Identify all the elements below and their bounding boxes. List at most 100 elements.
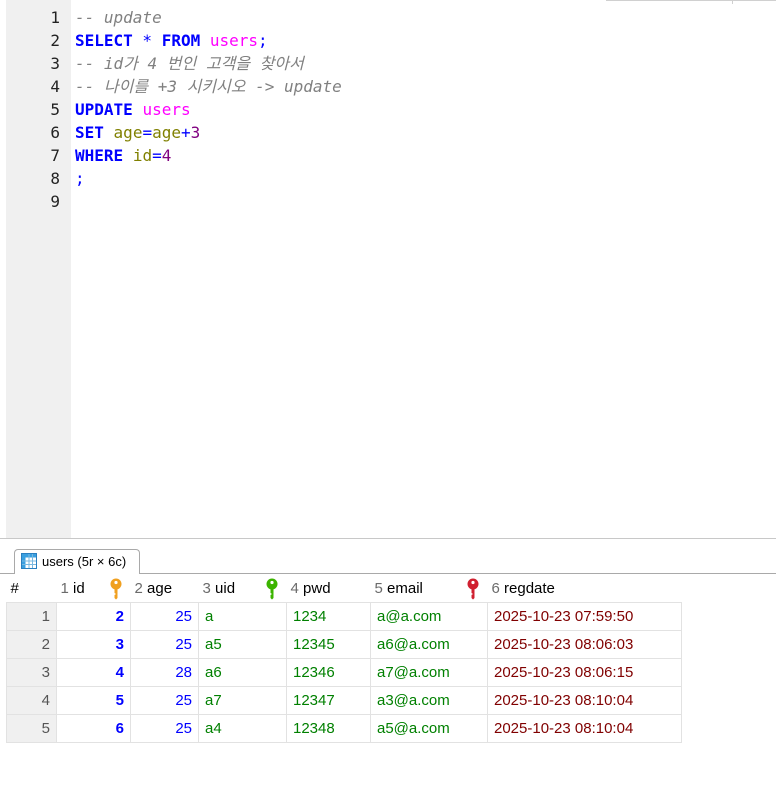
table-icon — [21, 553, 37, 569]
cell-regdate[interactable]: 2025-10-23 07:59:50 — [487, 602, 682, 631]
top-divider — [606, 0, 776, 4]
row-number[interactable]: 3 — [6, 658, 57, 687]
cell-id[interactable]: 2 — [56, 602, 131, 631]
result-tab-label: users (5r × 6c) — [42, 554, 127, 569]
unique-key-icon — [467, 578, 478, 600]
cell-email[interactable]: a3@a.com — [370, 686, 488, 715]
column-name: age — [147, 579, 173, 597]
column-index: 3 — [202, 579, 211, 597]
code-token: users — [209, 31, 259, 50]
code-line[interactable]: -- update — [75, 6, 162, 29]
column-index: 2 — [134, 579, 143, 597]
code-line[interactable]: -- 나이를 +3 시키시오 -> update — [75, 75, 342, 98]
cell-regdate[interactable]: 2025-10-23 08:10:04 — [487, 686, 682, 715]
cell-uid[interactable]: a7 — [198, 686, 287, 715]
column-header-age[interactable]: 2 age — [131, 574, 199, 603]
table-row[interactable]: 2 3 25 a5 12345 a6@a.com 2025-10-23 08:06:03 — [6, 630, 682, 659]
cell-pwd[interactable]: 12345 — [286, 630, 371, 659]
code-line[interactable]: ; — [75, 167, 85, 190]
code-token: ; — [75, 169, 85, 188]
cell-age[interactable]: 25 — [130, 714, 199, 743]
cell-pwd[interactable]: 12346 — [286, 658, 371, 687]
column-header-id[interactable]: 1 id — [57, 574, 131, 603]
code-token: FROM — [161, 31, 201, 50]
sql-editor[interactable]: 123456789 -- update SELECT * FROM users; -… — [0, 0, 776, 539]
grid-header-row: # 1 id 2 age 3 uid 4 pwd 5 email 6 regdate — [7, 574, 682, 603]
line-number: 5 — [50, 100, 60, 119]
cell-regdate[interactable]: 2025-10-23 08:10:04 — [487, 714, 682, 743]
code-token: WHERE — [75, 146, 124, 165]
column-index: 5 — [374, 579, 383, 597]
code-token: -- update — [75, 8, 162, 27]
line-number: 2 — [50, 31, 60, 50]
code-token: -- id가 4 번인 고객을 찾아서 — [75, 54, 304, 73]
column-name: email — [387, 579, 423, 597]
column-name: id — [73, 579, 85, 597]
cell-uid[interactable]: a5 — [198, 630, 287, 659]
column-header-uid[interactable]: 3 uid — [199, 574, 287, 603]
cell-age[interactable]: 28 — [130, 658, 199, 687]
code-token: * — [132, 31, 162, 50]
code-token: = — [152, 146, 162, 165]
cell-regdate[interactable]: 2025-10-23 08:06:15 — [487, 658, 682, 687]
row-number[interactable]: 2 — [6, 630, 57, 659]
result-tab-users[interactable]: users (5r × 6c) — [14, 549, 140, 574]
cell-uid[interactable]: a6 — [198, 658, 287, 687]
cell-id[interactable]: 3 — [56, 630, 131, 659]
cell-pwd[interactable]: 12347 — [286, 686, 371, 715]
code-token: SELECT — [75, 31, 133, 50]
cell-id[interactable]: 4 — [56, 658, 131, 687]
result-grid[interactable]: # 1 id 2 age 3 uid 4 pwd 5 email 6 regdate 12… — [6, 574, 682, 743]
rownum-header: # — [10, 579, 19, 597]
table-row[interactable]: 1 2 25 a 1234 a@a.com 2025-10-23 07:59:50 — [6, 602, 682, 631]
code-line[interactable]: SELECT * FROM users; — [75, 29, 268, 52]
column-header-regdate[interactable]: 6 regdate — [488, 574, 682, 603]
code-line[interactable]: SET age=age+3 — [75, 121, 200, 144]
table-row[interactable]: 5 6 25 a4 12348 a5@a.com 2025-10-23 08:10:04 — [6, 714, 682, 743]
table-row[interactable]: 4 5 25 a7 12347 a3@a.com 2025-10-23 08:10:04 — [6, 686, 682, 715]
cell-email[interactable]: a5@a.com — [370, 714, 488, 743]
line-number: 4 — [50, 77, 60, 96]
code-token: + — [181, 123, 191, 142]
row-number[interactable]: 4 — [6, 686, 57, 715]
cell-id[interactable]: 6 — [56, 714, 131, 743]
code-token: SET — [75, 123, 104, 142]
cell-regdate[interactable]: 2025-10-23 08:06:03 — [487, 630, 682, 659]
cell-uid[interactable]: a4 — [198, 714, 287, 743]
column-index: 6 — [491, 579, 500, 597]
column-header-email[interactable]: 5 email — [371, 574, 488, 603]
row-number[interactable]: 1 — [6, 602, 57, 631]
row-number[interactable]: 5 — [6, 714, 57, 743]
code-line[interactable]: -- id가 4 번인 고객을 찾아서 — [75, 52, 304, 75]
cell-age[interactable]: 25 — [130, 630, 199, 659]
line-number-gutter: 1 2 3 4 5 6 7 8 9 — [6, 0, 71, 538]
cell-email[interactable]: a6@a.com — [370, 630, 488, 659]
cell-uid[interactable]: a — [198, 602, 287, 631]
cell-email[interactable]: a@a.com — [370, 602, 488, 631]
cell-email[interactable]: a7@a.com — [370, 658, 488, 687]
code-line[interactable]: UPDATE users — [75, 98, 191, 121]
line-number: 6 — [50, 123, 60, 142]
code-line[interactable]: WHERE id=4 — [75, 144, 171, 167]
column-index: 1 — [60, 579, 69, 597]
cell-id[interactable]: 5 — [56, 686, 131, 715]
cell-age[interactable]: 25 — [130, 602, 199, 631]
cell-age[interactable]: 25 — [130, 686, 199, 715]
cell-pwd[interactable]: 1234 — [286, 602, 371, 631]
code-token: users — [142, 100, 191, 119]
line-number: 8 — [50, 169, 60, 188]
column-index: 4 — [290, 579, 299, 597]
table-row[interactable]: 3 4 28 a6 12346 a7@a.com 2025-10-23 08:06:15 — [6, 658, 682, 687]
code-token: 4 — [161, 146, 172, 165]
code-token: id — [132, 146, 153, 165]
code-token: ; — [258, 31, 268, 50]
line-number: 1 — [50, 8, 60, 27]
column-header-pwd[interactable]: 4 pwd — [287, 574, 371, 603]
result-tab-bar: users (5r × 6c) — [0, 539, 776, 574]
cell-pwd[interactable]: 12348 — [286, 714, 371, 743]
code-token: age — [152, 123, 181, 142]
code-token: = — [142, 123, 153, 142]
code-token: -- 나이를 +3 시키시오 -> update — [75, 77, 342, 96]
